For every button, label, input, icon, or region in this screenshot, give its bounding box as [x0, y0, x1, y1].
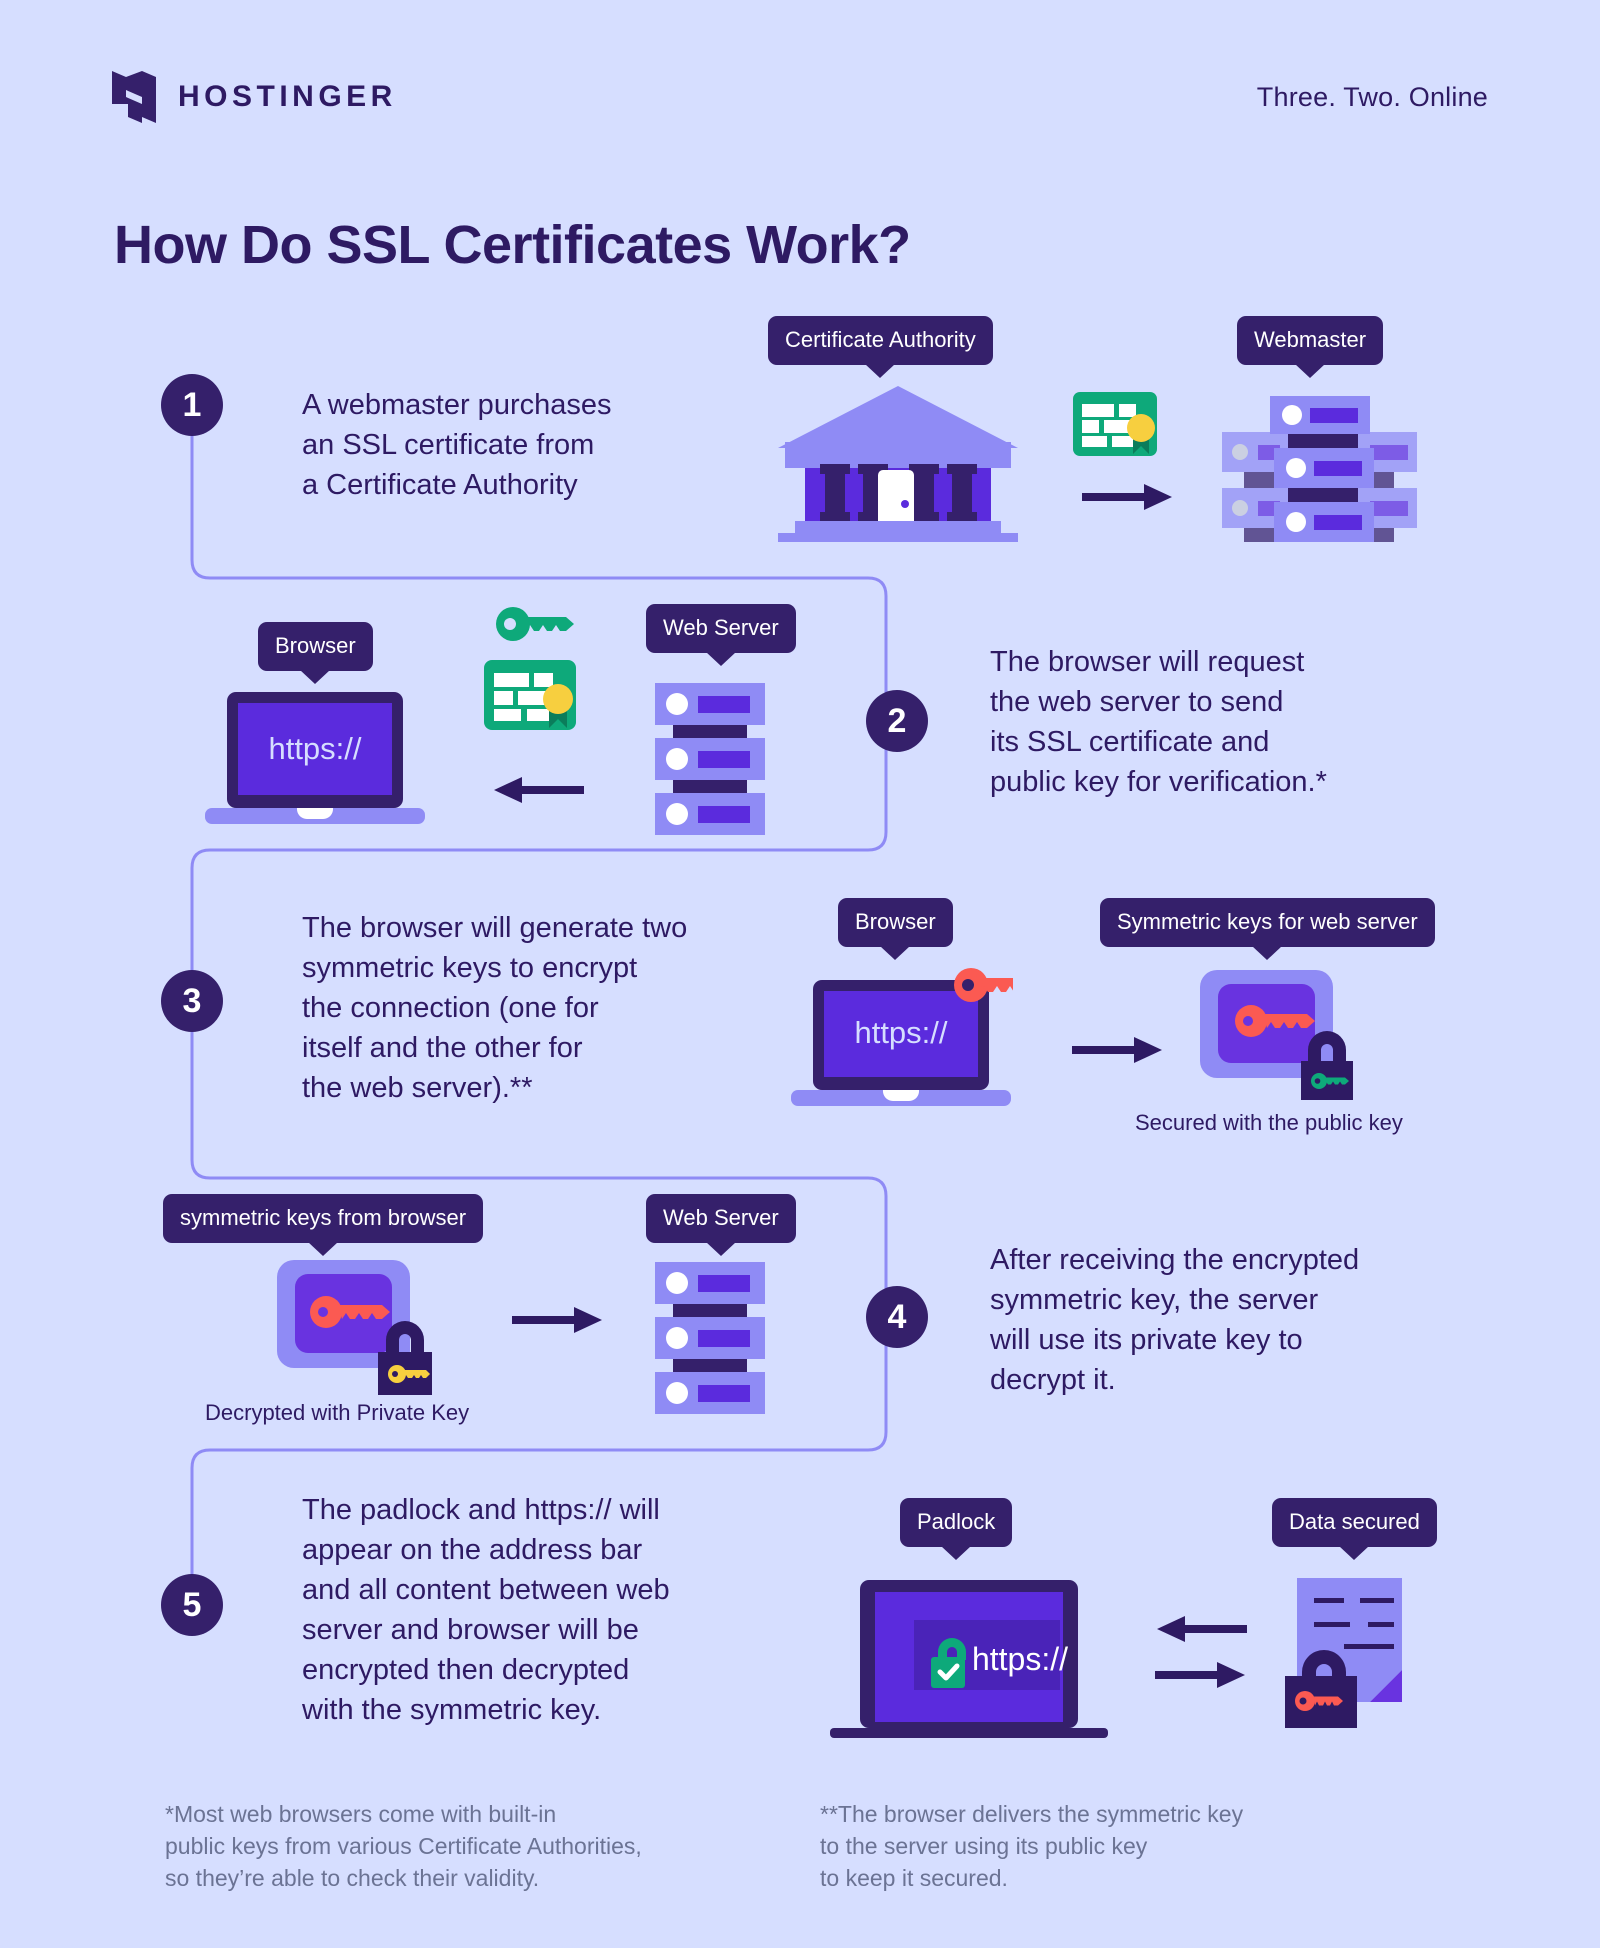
brand-name: HOSTINGER — [178, 80, 397, 113]
tag-browser-step2: Browser — [258, 622, 373, 671]
server-stack-icon — [1222, 388, 1417, 547]
tag-webmaster: Webmaster — [1237, 316, 1384, 365]
bank-icon — [773, 382, 1023, 547]
tag-padlock: Padlock — [900, 1498, 1013, 1547]
footnote-1: *Most web browsers come with built-in pu… — [165, 1801, 642, 1891]
tag-data-secured: Data secured — [1272, 1498, 1437, 1547]
arrow-left-icon-step2 — [492, 775, 584, 810]
caption-decrypted-private-key: Decrypted with Private Key — [205, 1400, 470, 1425]
laptop-padlock-icon: https:// — [830, 1580, 1108, 1753]
laptop-https-icon-step2: https:// — [205, 692, 425, 832]
locked-keybox-icon — [1195, 965, 1370, 1105]
certificate-icon-step1 — [1073, 392, 1157, 461]
arrow-right-icon-step5 — [1155, 1660, 1247, 1695]
step-number-5: 5 — [161, 1574, 223, 1636]
brand-logo: HOSTINGER — [112, 71, 397, 123]
step-text-4: After receiving the encrypted symmetric … — [990, 1244, 1360, 1396]
step-number-1: 1 — [161, 374, 223, 436]
step-text-2: The browser will request the web server … — [990, 646, 1327, 798]
tag-certificate-authority: Certificate Authority — [768, 316, 993, 365]
step-text-5: The padlock and https:// will appear on … — [302, 1494, 670, 1726]
server-icon-step2 — [655, 683, 765, 840]
arrow-right-icon-step1 — [1082, 482, 1174, 517]
hostinger-h-logo-icon — [112, 71, 156, 123]
tag-symmetric-keys-web-server: Symmetric keys for web server — [1100, 898, 1435, 947]
svg-text:https://: https:// — [268, 731, 361, 766]
tag-symmetric-keys-from-browser: symmetric keys from browser — [163, 1194, 484, 1243]
certificate-icon-step2 — [484, 660, 576, 735]
step-number-2: 2 — [866, 690, 928, 752]
arrow-left-icon-step5 — [1155, 1614, 1247, 1649]
brand-tagline: Three. Two. Online — [1256, 81, 1488, 112]
page-title: How Do SSL Certificates Work? — [114, 215, 911, 276]
step-number-3: 3 — [161, 970, 223, 1032]
svg-text:https://: https:// — [972, 1641, 1068, 1677]
tag-web-server-step2: Web Server — [646, 604, 796, 653]
footnote-2: **The browser delivers the symmetric key… — [820, 1801, 1244, 1891]
step-text-1: A webmaster purchases an SSL certificate… — [302, 389, 612, 501]
arrow-right-icon-step4 — [512, 1305, 604, 1340]
arrow-right-icon-step3 — [1072, 1035, 1164, 1070]
key-icon-step2 — [496, 606, 576, 647]
caption-secured-public-key: Secured with the public key — [1135, 1110, 1403, 1135]
step-number-4: 4 — [866, 1286, 928, 1348]
svg-text:https://: https:// — [854, 1015, 947, 1050]
tag-browser-step3: Browser — [838, 898, 953, 947]
page-header: HOSTINGER Three. Two. Online — [0, 62, 1600, 132]
unlocked-keybox-icon — [272, 1252, 450, 1402]
step-text-3: The browser will generate two symmetric … — [302, 912, 688, 1104]
secured-document-icon — [1280, 1572, 1455, 1735]
laptop-https-icon-step3: https:// — [788, 968, 1027, 1113]
server-icon-step4 — [655, 1262, 765, 1419]
tag-web-server-step4: Web Server — [646, 1194, 796, 1243]
